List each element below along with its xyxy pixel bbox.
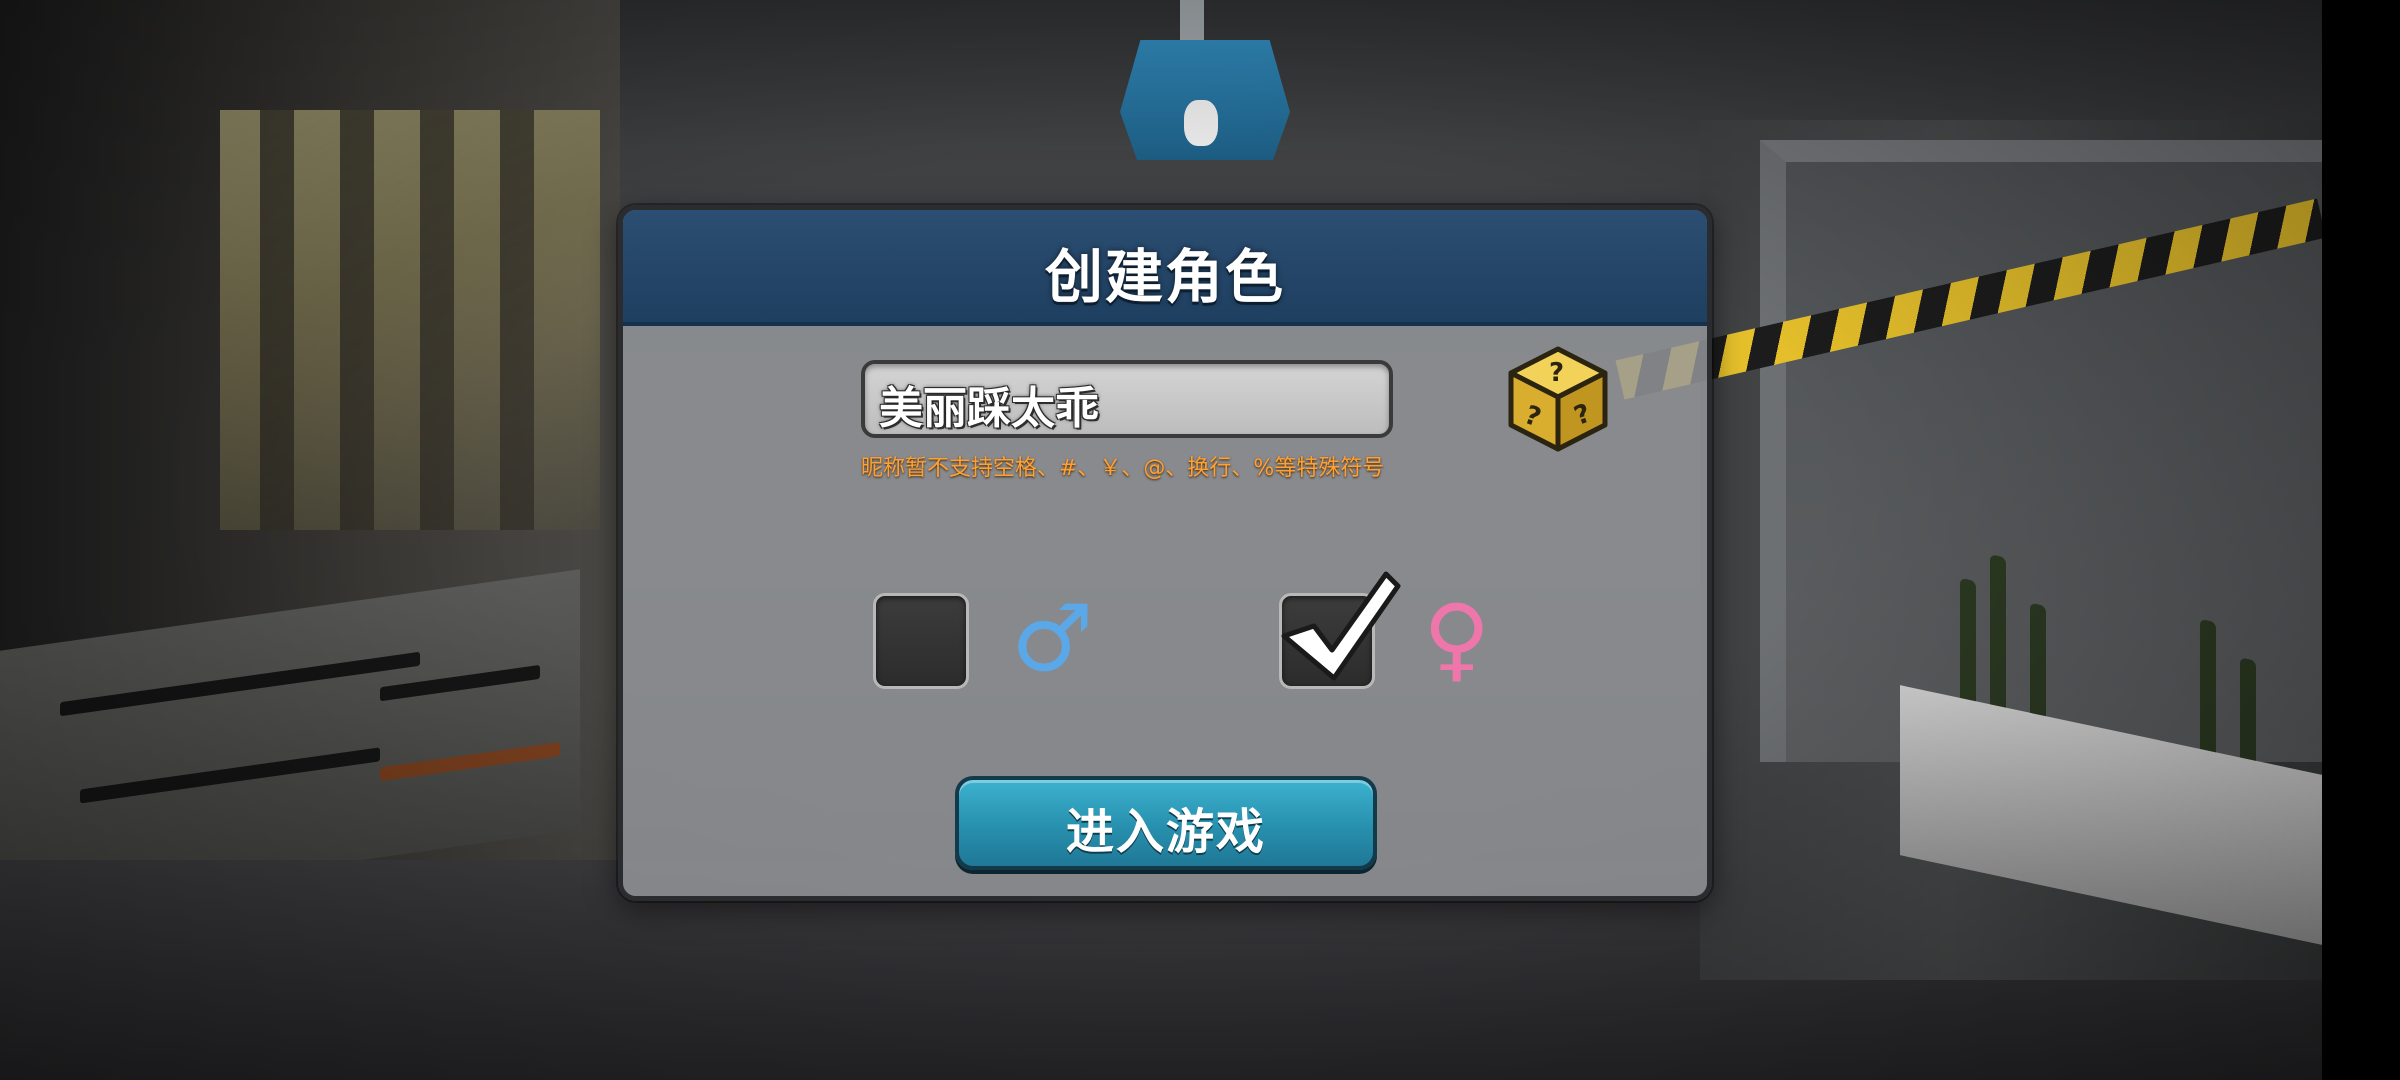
- nickname-hint: 昵称暂不支持空格、#、￥、@、换行、%等特殊符号: [861, 456, 1385, 481]
- random-name-button[interactable]: ? ? ?: [1505, 345, 1611, 455]
- nickname-value: 美丽踩太乖: [879, 383, 1099, 434]
- dice-question-icon: ? ? ?: [1508, 346, 1608, 452]
- dialog-title: 创建角色: [1044, 243, 1285, 311]
- dialog-header: 创建角色: [623, 210, 1707, 326]
- svg-text:?: ?: [1549, 358, 1564, 388]
- male-symbol-icon: ♂: [1011, 585, 1094, 692]
- enter-game-label: 进入游戏: [1065, 804, 1266, 860]
- checkmark-icon: [1281, 571, 1401, 681]
- female-checkbox[interactable]: [1279, 571, 1401, 689]
- male-checkbox[interactable]: [873, 593, 969, 689]
- screen-edge: [2322, 0, 2400, 1080]
- enter-game-button[interactable]: 进入游戏: [955, 776, 1377, 870]
- game-scene: 创建角色 美丽踩太乖 昵称暂不支持空格、#、￥、@、换行、%等特殊符号 ? ? …: [0, 0, 2322, 1080]
- nickname-input[interactable]: 美丽踩太乖: [861, 360, 1393, 438]
- create-character-dialog: 创建角色 美丽踩太乖 昵称暂不支持空格、#、￥、@、换行、%等特殊符号 ? ? …: [618, 205, 1712, 901]
- female-symbol-icon: ♀: [1423, 585, 1491, 692]
